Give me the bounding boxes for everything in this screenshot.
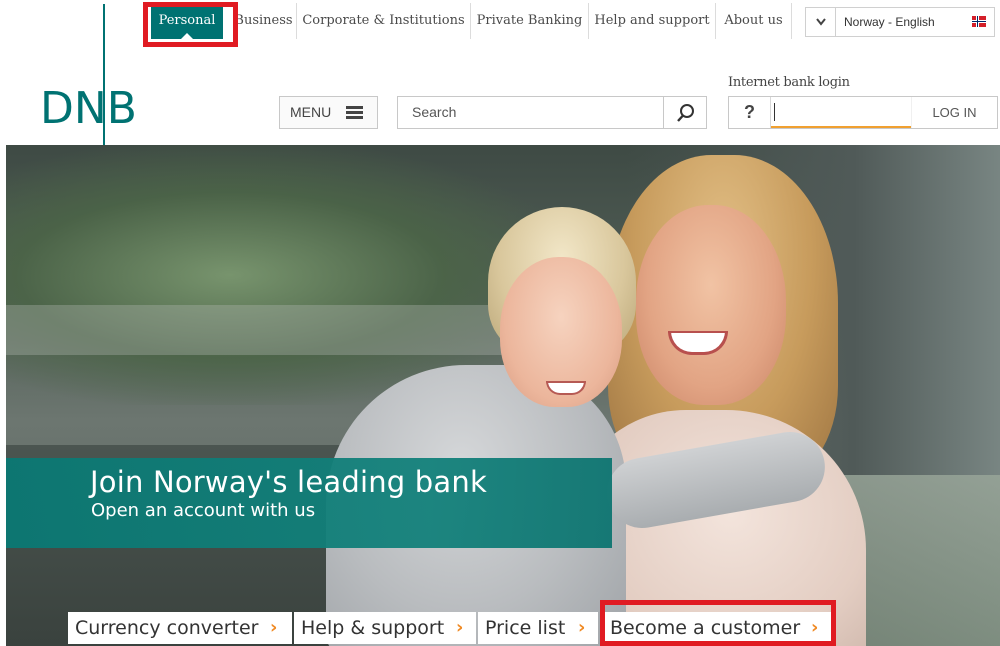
quicklink-become-customer[interactable]: Become a customer ›: [603, 612, 832, 644]
menu-label: MENU: [290, 104, 332, 120]
nav-about-us[interactable]: About us: [716, 3, 792, 39]
logo-line: [103, 4, 105, 146]
menu-button[interactable]: MENU: [279, 96, 378, 129]
login-box: ? LOG IN: [728, 96, 998, 129]
menu-icon: [346, 106, 363, 119]
search-input[interactable]: Search: [412, 97, 456, 128]
quicklink-price-list[interactable]: Price list ›: [478, 612, 598, 644]
login-button[interactable]: LOG IN: [911, 97, 997, 128]
hero-subtitle[interactable]: Open an account with us: [91, 500, 315, 521]
login-input[interactable]: [771, 97, 911, 128]
logo-text: DNB: [40, 83, 137, 134]
search-button[interactable]: [663, 97, 706, 128]
nav-personal[interactable]: Personal: [151, 3, 223, 39]
login-help-button[interactable]: ?: [729, 97, 771, 128]
chevron-right-icon: ›: [811, 617, 819, 638]
hero-image: [6, 145, 1000, 646]
nav-business[interactable]: Business: [223, 3, 297, 39]
chevron-right-icon: ›: [578, 617, 586, 638]
chevron-down-icon: [806, 8, 836, 36]
search-icon: [677, 104, 694, 122]
top-navigation: Personal Business Corporate & Institutio…: [0, 0, 1000, 42]
language-label: Norway - English: [844, 15, 935, 29]
language-selector[interactable]: Norway - English: [805, 7, 995, 37]
quicklink-help-support[interactable]: Help & support ›: [294, 612, 476, 644]
chevron-right-icon: ›: [270, 617, 278, 638]
chevron-right-icon: ›: [456, 617, 464, 638]
text-caret: [774, 103, 775, 121]
norway-flag-icon: [972, 16, 986, 27]
quicklink-label: Price list: [485, 617, 566, 639]
internet-bank-login-label: Internet bank login: [728, 75, 850, 90]
hero-title[interactable]: Join Norway's leading bank: [90, 465, 487, 499]
quicklink-label: Help & support: [301, 617, 445, 639]
quicklink-label: Become a customer: [610, 617, 801, 639]
nav-private-banking[interactable]: Private Banking: [471, 3, 589, 39]
nav-help-and-support[interactable]: Help and support: [589, 3, 716, 39]
quicklink-label: Currency converter: [75, 617, 259, 639]
quicklink-currency-converter[interactable]: Currency converter ›: [68, 612, 292, 644]
nav-corporate-institutions[interactable]: Corporate & Institutions: [297, 3, 471, 39]
dnb-logo[interactable]: DNB: [40, 0, 150, 150]
search-box[interactable]: Search: [397, 96, 707, 129]
